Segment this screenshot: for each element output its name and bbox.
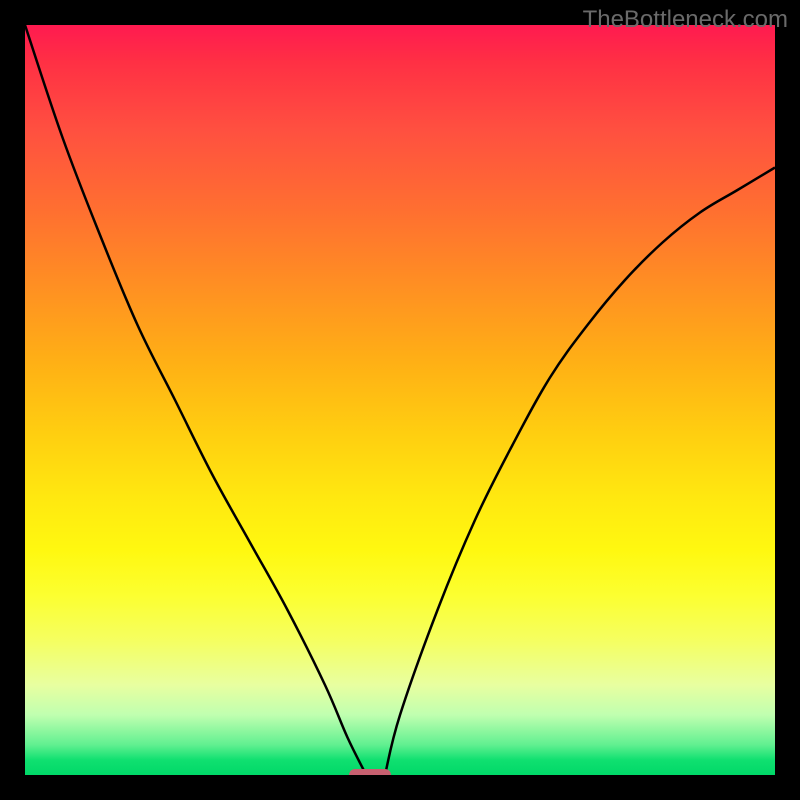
- optimal-marker: [349, 769, 390, 775]
- left-curve-line: [25, 25, 366, 775]
- plot-area: [25, 25, 775, 775]
- curve-overlay: [25, 25, 775, 775]
- right-curve-line: [385, 168, 775, 776]
- watermark-text: TheBottleneck.com: [583, 6, 788, 34]
